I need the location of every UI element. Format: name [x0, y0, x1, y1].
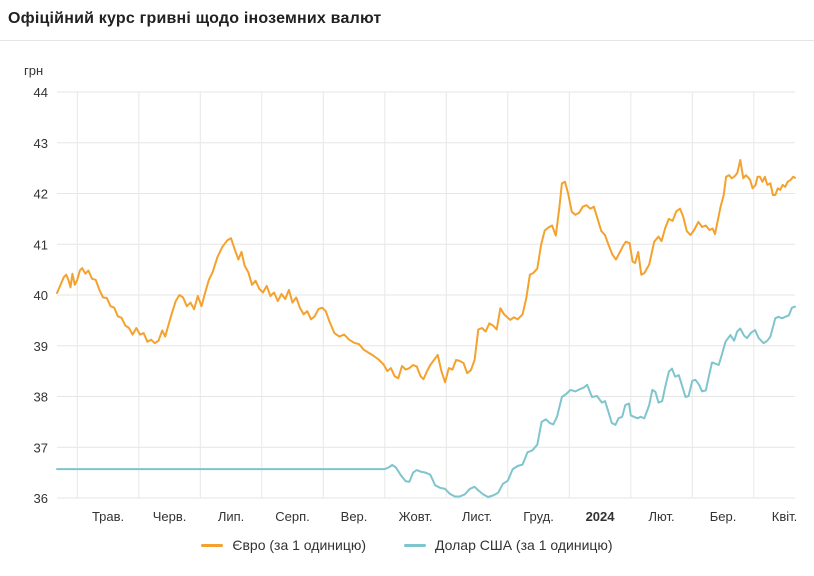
y-tick-label: 39	[34, 339, 48, 354]
legend-label: Долар США (за 1 одиницю)	[435, 537, 613, 553]
dollar-legend-swatch	[404, 543, 427, 547]
y-tick-label: 40	[34, 288, 48, 303]
euro-legend-swatch	[201, 543, 224, 547]
x-tick-label: Квіт.	[772, 509, 798, 524]
x-tick-label: Лют.	[648, 509, 674, 524]
dollar-series-line[interactable]	[56, 305, 796, 498]
y-tick-label: 36	[34, 491, 48, 506]
x-tick-label: Лип.	[218, 509, 244, 524]
x-tick-label: Бер.	[710, 509, 737, 524]
y-tick-label: 44	[34, 85, 48, 100]
x-tick-label: Груд.	[523, 509, 554, 524]
x-tick-label: Жовт.	[399, 509, 433, 524]
y-tick-label: 42	[34, 187, 48, 202]
y-tick-label: 41	[34, 237, 48, 252]
page-title: Офіційний курс гривні щодо іноземних вал…	[8, 10, 382, 27]
x-tick-label: Черв.	[153, 509, 187, 524]
rate-chart-plot[interactable]: грн 36 37 38 39 40 41 42 43 44 Трав. Черв. Лип. Серп.…	[0, 41, 814, 531]
legend-label: Євро (за 1 одиницю)	[232, 537, 367, 553]
x-tick-label: Вер.	[341, 509, 368, 524]
y-axis-unit-label: грн	[24, 63, 43, 78]
x-tick-label: 2024	[586, 509, 616, 524]
x-tick-label: Серп.	[275, 509, 310, 524]
y-tick-label: 37	[34, 440, 48, 455]
exchange-rate-chart: грн 36 37 38 39 40 41 42 43 44 Трав. Черв. Лип. Серп.…	[0, 41, 814, 531]
y-tick-label: 38	[34, 390, 48, 405]
y-tick-label: 43	[34, 136, 48, 151]
legend-item-euro[interactable]: Євро (за 1 одиницю)	[201, 537, 366, 553]
gridlines	[57, 91, 795, 499]
x-tick-label: Трав.	[92, 509, 124, 524]
chart-legend: Євро (за 1 одиницю) Долар США (за 1 одини…	[0, 537, 814, 553]
x-tick-label: Лист.	[462, 509, 492, 524]
legend-item-dollar[interactable]: Долар США (за 1 одиницю)	[404, 537, 613, 553]
